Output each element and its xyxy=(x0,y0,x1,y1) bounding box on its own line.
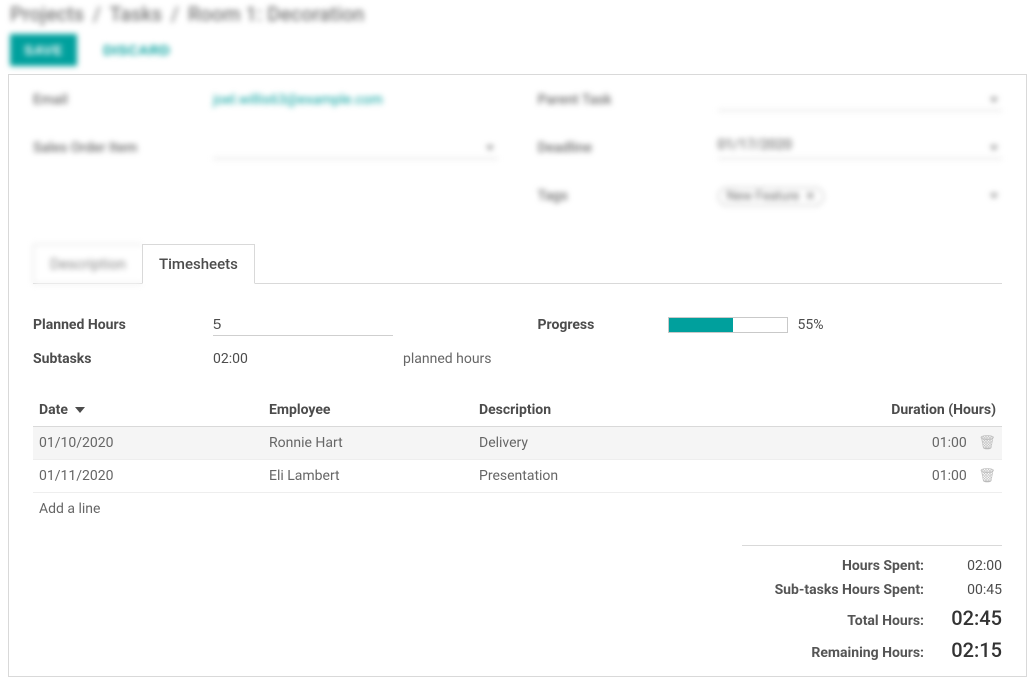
cell-description[interactable]: Presentation xyxy=(473,460,822,493)
deadline-label: Deadline xyxy=(538,140,718,156)
tag-label: New Feature xyxy=(727,189,800,204)
save-button[interactable]: SAVE xyxy=(10,34,77,66)
cell-date[interactable]: 01/10/2020 xyxy=(33,427,263,460)
table-row[interactable]: 01/10/2020 Ronnie Hart Delivery 01:00 🗑 xyxy=(33,427,1002,460)
breadcrumb: Projects / Tasks / Room 1: Decoration xyxy=(10,2,1025,26)
totals-panel: Hours Spent: 02:00 Sub-tasks Hours Spent… xyxy=(742,545,1002,666)
progress-bar xyxy=(668,317,788,333)
add-line-row[interactable]: Add a line xyxy=(33,493,1002,526)
chevron-down-icon xyxy=(990,146,998,151)
discard-button[interactable]: DISCARD xyxy=(97,41,176,59)
col-duration[interactable]: Duration (Hours) xyxy=(822,394,1002,427)
hours-spent-value: 02:00 xyxy=(942,558,1002,574)
email-value[interactable]: joel.willis63@example.com xyxy=(213,92,498,108)
email-label: Email xyxy=(33,92,213,108)
breadcrumb-current: Room 1: Decoration xyxy=(188,2,365,26)
col-employee[interactable]: Employee xyxy=(263,394,473,427)
planned-hours-input[interactable] xyxy=(213,314,393,336)
col-description[interactable]: Description xyxy=(473,394,822,427)
header-section: Projects / Tasks / Room 1: Decoration SA… xyxy=(0,0,1035,74)
chevron-down-icon xyxy=(990,194,998,199)
parent-task-label: Parent Task xyxy=(538,92,718,108)
tab-description[interactable]: Description xyxy=(33,244,142,284)
tab-timesheets[interactable]: Timesheets xyxy=(142,244,255,284)
form-fields: Email joel.willis63@example.com Sales Or… xyxy=(9,75,1026,243)
subtasks-value: 02:00 xyxy=(213,351,393,367)
form-sheet: Email joel.willis63@example.com Sales Or… xyxy=(8,74,1027,677)
cell-employee[interactable]: Eli Lambert xyxy=(263,460,473,493)
breadcrumb-tasks[interactable]: Tasks xyxy=(109,2,162,26)
total-hours-value: 02:45 xyxy=(942,606,1002,630)
col-date[interactable]: Date xyxy=(33,394,263,427)
tabs: Description Timesheets xyxy=(33,243,1002,284)
breadcrumb-projects[interactable]: Projects xyxy=(10,2,84,26)
timesheet-table: Date Employee Description Duration (Hour… xyxy=(33,394,1002,525)
trash-icon[interactable]: 🗑 xyxy=(978,435,996,451)
sales-order-item-label: Sales Order Item xyxy=(33,140,213,156)
trash-icon[interactable]: 🗑 xyxy=(978,468,996,484)
tag-remove-icon[interactable]: ✕ xyxy=(805,189,815,203)
sort-desc-icon xyxy=(75,407,85,413)
parent-task-field[interactable] xyxy=(718,89,1003,111)
tags-label: Tags xyxy=(538,188,718,204)
progress-percent: 55% xyxy=(798,317,824,333)
remaining-hours-value: 02:15 xyxy=(942,638,1002,662)
remaining-hours-label: Remaining Hours: xyxy=(811,645,924,661)
add-line-link[interactable]: Add a line xyxy=(33,493,1002,526)
tags-field[interactable]: New Feature ✕ xyxy=(718,187,1003,206)
deadline-field[interactable]: 01/17/2020 xyxy=(718,137,1003,159)
timesheets-panel: Planned Hours Subtasks 02:00 planned hou… xyxy=(9,284,1026,676)
sales-order-item-field[interactable] xyxy=(213,137,498,159)
progress-label: Progress xyxy=(538,317,668,333)
subtasks-suffix: planned hours xyxy=(403,351,492,367)
cell-date[interactable]: 01/11/2020 xyxy=(33,460,263,493)
table-row[interactable]: 01/11/2020 Eli Lambert Presentation 01:0… xyxy=(33,460,1002,493)
subtasks-spent-label: Sub-tasks Hours Spent: xyxy=(775,582,924,598)
subtasks-spent-value: 00:45 xyxy=(942,582,1002,598)
cell-employee[interactable]: Ronnie Hart xyxy=(263,427,473,460)
progress-fill xyxy=(669,318,734,332)
total-hours-label: Total Hours: xyxy=(847,613,924,629)
cell-duration[interactable]: 01:00 🗑 xyxy=(822,427,1002,460)
tag-pill[interactable]: New Feature ✕ xyxy=(718,187,825,206)
chevron-down-icon xyxy=(990,98,998,103)
chevron-down-icon xyxy=(486,146,494,151)
hours-spent-label: Hours Spent: xyxy=(842,558,924,574)
subtasks-label: Subtasks xyxy=(33,351,213,367)
planned-hours-label: Planned Hours xyxy=(33,317,213,333)
cell-duration[interactable]: 01:00 🗑 xyxy=(822,460,1002,493)
cell-description[interactable]: Delivery xyxy=(473,427,822,460)
